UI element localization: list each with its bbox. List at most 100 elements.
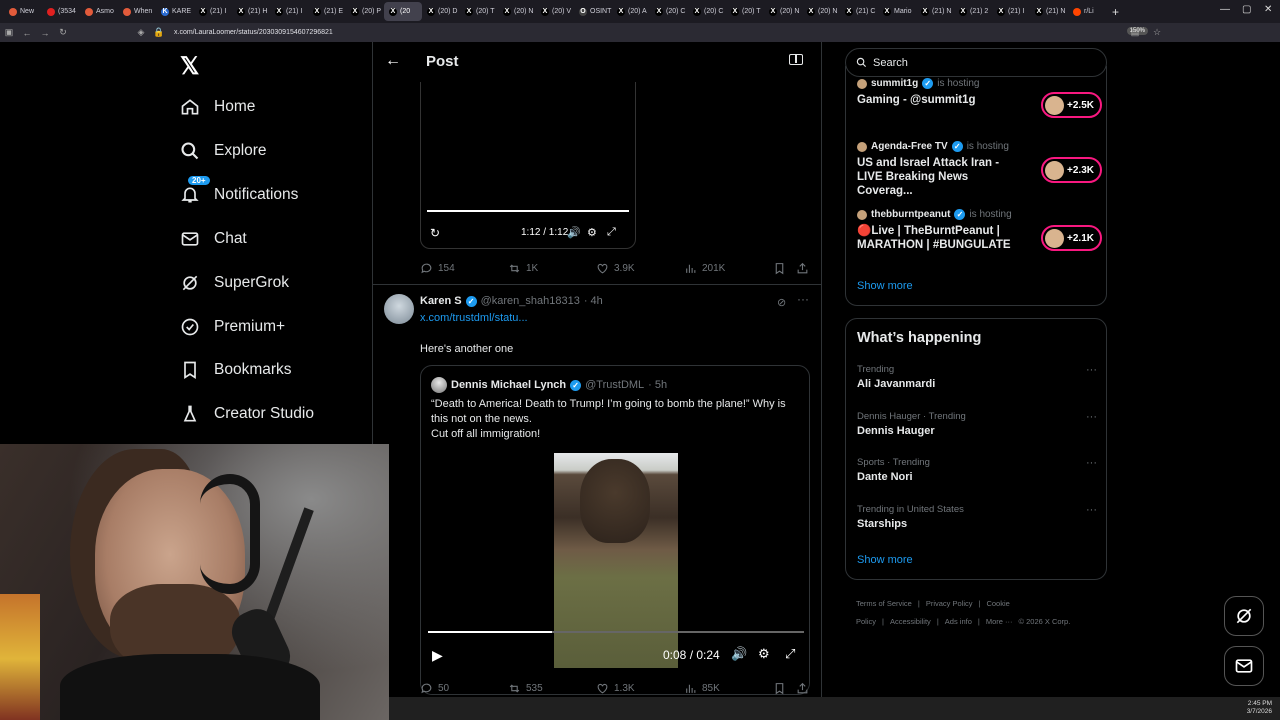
browser-tab[interactable]: X (20) T bbox=[460, 2, 498, 21]
browser-tab[interactable]: X (20) T bbox=[726, 2, 764, 21]
reply-button[interactable]: 154 bbox=[420, 262, 455, 275]
trend-item[interactable]: Sports · Trending Dante Nori ··· bbox=[857, 457, 1097, 483]
new-tab-icon[interactable]: + bbox=[1112, 5, 1119, 19]
fullscreen-icon[interactable]: ⤢ bbox=[607, 226, 616, 239]
browser-tab[interactable]: X (21) N bbox=[1030, 2, 1068, 21]
nav-item-premium-[interactable]: Premium+ bbox=[180, 305, 285, 349]
show-more-link[interactable]: Show more bbox=[857, 280, 913, 292]
fullscreen-icon[interactable]: ⤢ bbox=[785, 646, 795, 662]
browser-tab[interactable]: X (20) N bbox=[802, 2, 840, 21]
search-input[interactable]: Search bbox=[845, 48, 1107, 77]
browser-tab[interactable]: New bbox=[4, 2, 42, 21]
minimize-icon[interactable]: — bbox=[1220, 4, 1230, 15]
footer-link[interactable]: Privacy Policy bbox=[926, 599, 973, 608]
video-player[interactable]: ▶ 0:08 / 0:24 🔊 ⚙ ⤢ bbox=[421, 453, 809, 694]
volume-icon[interactable]: 🔊 bbox=[567, 226, 581, 239]
tweet-timestamp[interactable]: · 5h bbox=[648, 379, 667, 391]
avatar[interactable] bbox=[384, 294, 414, 324]
video-player[interactable]: ↻ 1:12 / 1:12 🔊 ⚙ ⤢ bbox=[420, 82, 636, 249]
author-handle[interactable]: @TrustDML bbox=[585, 379, 644, 391]
video-progress-bar[interactable] bbox=[427, 210, 629, 212]
live-space-item[interactable]: summit1g ✓ is hosting Gaming - @summit1g +2.… bbox=[857, 78, 1102, 118]
browser-tab[interactable]: X (20) V bbox=[536, 2, 574, 21]
browser-tab[interactable]: X (21) 2 bbox=[954, 2, 992, 21]
live-space-item[interactable]: Agenda-Free TV ✓ is hosting US and Israel A… bbox=[857, 141, 1102, 198]
browser-tab[interactable]: X (21) N bbox=[916, 2, 954, 21]
browser-tab[interactable]: When bbox=[118, 2, 156, 21]
reader-view-icon[interactable]: ▤ bbox=[1126, 27, 1144, 38]
views-button[interactable]: 201K bbox=[684, 262, 725, 275]
browser-tab[interactable]: X (20) N bbox=[498, 2, 536, 21]
browser-tab[interactable]: X (20) C bbox=[650, 2, 688, 21]
bookmark-star-icon[interactable]: ☆ bbox=[1148, 27, 1166, 38]
views-button[interactable]: 85K bbox=[684, 682, 720, 695]
trend-item[interactable]: Trending in United States Starships ··· bbox=[857, 504, 1097, 530]
browser-tab[interactable]: X (21) I bbox=[194, 2, 232, 21]
close-icon[interactable]: ✕ bbox=[1264, 4, 1272, 15]
live-space-item[interactable]: thebburntpeanut ✓ is hosting 🔴Live | TheBur… bbox=[857, 209, 1102, 252]
tweet-timestamp[interactable]: · 4h bbox=[584, 295, 603, 307]
browser-tab[interactable]: X (20) C bbox=[688, 2, 726, 21]
grok-button[interactable] bbox=[1224, 596, 1264, 636]
browser-tab[interactable]: X (21) C bbox=[840, 2, 878, 21]
replay-icon[interactable]: ↻ bbox=[430, 226, 440, 240]
play-icon[interactable]: ▶ bbox=[432, 647, 443, 664]
browser-tab[interactable]: X (21) H bbox=[232, 2, 270, 21]
volume-icon[interactable]: 🔊 bbox=[731, 646, 747, 662]
listener-count-pill[interactable]: +2.3K bbox=[1041, 157, 1102, 183]
nav-item-bookmarks[interactable]: Bookmarks bbox=[180, 348, 292, 392]
nav-item-supergrok[interactable]: SuperGrok bbox=[180, 261, 289, 305]
reply-button[interactable]: 50 bbox=[420, 682, 449, 695]
avatar[interactable] bbox=[431, 377, 447, 393]
nav-item-creator-studio[interactable]: Creator Studio bbox=[180, 392, 314, 436]
like-button[interactable]: 1.3K bbox=[596, 682, 635, 695]
footer-link[interactable]: More ··· bbox=[986, 617, 1013, 626]
like-button[interactable]: 3.9K bbox=[596, 262, 635, 275]
browser-tab[interactable]: X (21) I bbox=[270, 2, 308, 21]
browser-tab[interactable]: O OSINT bbox=[574, 2, 612, 21]
footer-link[interactable]: © 2026 X Corp. bbox=[1019, 617, 1071, 626]
quoted-tweet-author[interactable]: Dennis Michael Lynch ✓ @TrustDML · 5h bbox=[431, 377, 667, 393]
trend-item[interactable]: Dennis Hauger · Trending Dennis Hauger ··· bbox=[857, 411, 1097, 437]
nav-item-explore[interactable]: Explore bbox=[180, 129, 267, 173]
browser-tab[interactable]: X (20) P bbox=[346, 2, 384, 21]
nav-item-chat[interactable]: Chat bbox=[180, 217, 247, 261]
back-arrow-icon[interactable]: ← bbox=[385, 52, 401, 70]
show-more-link[interactable]: Show more bbox=[857, 554, 913, 566]
footer-link[interactable]: Ads info bbox=[945, 617, 972, 626]
more-options-icon[interactable]: ··· bbox=[797, 292, 809, 306]
maximize-icon[interactable]: ▢ bbox=[1242, 4, 1251, 15]
footer-link[interactable]: Terms of Service bbox=[856, 599, 912, 608]
browser-tab[interactable]: X (20) A bbox=[612, 2, 650, 21]
grok-icon[interactable]: ⊘ bbox=[777, 296, 786, 309]
listener-count-pill[interactable]: +2.5K bbox=[1041, 92, 1102, 118]
browser-tab[interactable]: X (20 bbox=[384, 2, 422, 21]
browser-tab[interactable]: K KARE bbox=[156, 2, 194, 21]
system-clock[interactable]: 2:45 PM 3/7/2026 bbox=[1247, 700, 1272, 716]
nav-item-home[interactable]: Home bbox=[180, 85, 255, 129]
x-logo-icon[interactable]: 𝕏 bbox=[180, 52, 199, 81]
tweet-link[interactable]: x.com/trustdml/statu... bbox=[420, 312, 528, 324]
listener-count-pill[interactable]: +2.1K bbox=[1041, 225, 1102, 251]
author-handle[interactable]: @karen_shah18313 bbox=[481, 295, 580, 307]
sidebar-icon[interactable]: ▣ bbox=[0, 27, 18, 38]
footer-link[interactable]: Accessibility bbox=[890, 617, 931, 626]
back-arrow-icon[interactable]: ← bbox=[18, 28, 36, 38]
forward-arrow-icon[interactable]: → bbox=[36, 28, 54, 38]
more-options-icon[interactable]: ··· bbox=[1086, 504, 1097, 516]
author-name[interactable]: Karen S bbox=[420, 295, 462, 307]
tweet-author[interactable]: Karen S ✓ @karen_shah18313 · 4h bbox=[420, 295, 603, 307]
more-options-icon[interactable]: ··· bbox=[1086, 411, 1097, 423]
repost-button[interactable]: 535 bbox=[508, 682, 543, 695]
browser-tab[interactable]: (3534 bbox=[42, 2, 80, 21]
quoted-tweet[interactable]: Dennis Michael Lynch ✓ @TrustDML · 5h “D… bbox=[420, 365, 810, 695]
author-name[interactable]: Dennis Michael Lynch bbox=[451, 379, 566, 391]
share-button[interactable] bbox=[796, 682, 809, 695]
browser-tab[interactable]: X Mario bbox=[878, 2, 916, 21]
gear-icon[interactable]: ⚙ bbox=[587, 226, 597, 239]
shield-icon[interactable]: ◈ bbox=[132, 27, 150, 38]
reload-icon[interactable]: ↻ bbox=[54, 27, 72, 38]
browser-tab[interactable]: X (20) D bbox=[422, 2, 460, 21]
browser-tab[interactable]: Asmo bbox=[80, 2, 118, 21]
more-options-icon[interactable]: ··· bbox=[1086, 364, 1097, 376]
